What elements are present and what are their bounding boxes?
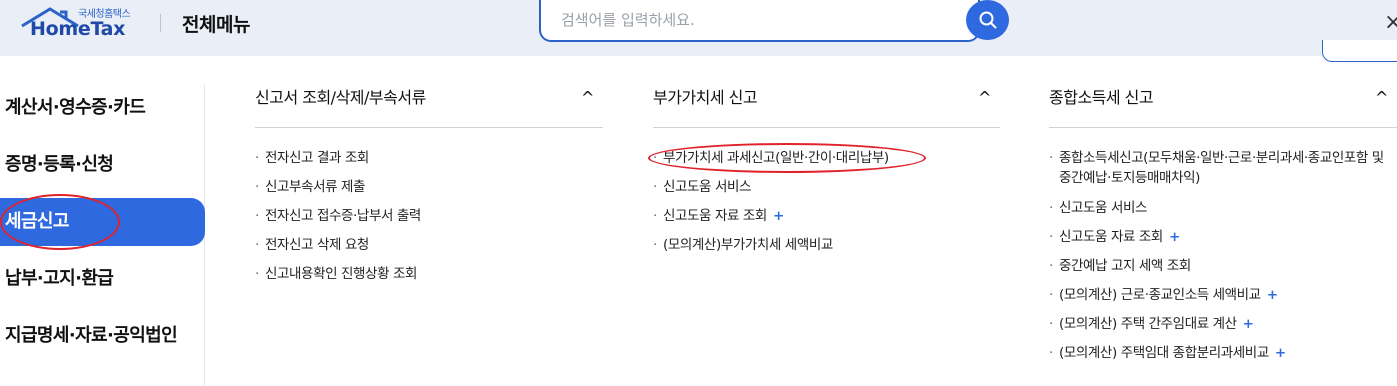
menu-item[interactable]: (모의계산) 주택 간주임대료 계산+ bbox=[1049, 314, 1394, 343]
column-title: 종합소득세 신고 bbox=[1049, 88, 1154, 107]
sidebar-item-certificate[interactable]: 증명·등록·신청 bbox=[0, 141, 205, 189]
menu-list: 종합소득세신고(모두채움·일반·근로·분리과세·종교인포함 및 중간예납·토지등… bbox=[1049, 148, 1394, 372]
search-button[interactable] bbox=[966, 0, 1009, 40]
sidebar-item-statement[interactable]: 지급명세·자료·공익법인 bbox=[0, 312, 205, 360]
chevron-up-icon[interactable]: ^ bbox=[978, 84, 991, 112]
menu-item[interactable]: 신고도움 서비스 bbox=[653, 177, 889, 206]
search-icon bbox=[979, 11, 997, 29]
top-header: 국세청홈택스 HomeTax 전체메뉴 × bbox=[0, 0, 1397, 56]
menu-item[interactable]: (모의계산)부가가치세 세액비교 bbox=[653, 235, 889, 264]
highlight-ellipse-sidebar bbox=[0, 194, 120, 250]
hometax-logo[interactable]: 국세청홈택스 HomeTax bbox=[18, 2, 140, 42]
menu-item[interactable]: 전자신고 삭제 요청 bbox=[255, 235, 421, 264]
page-title: 전체메뉴 bbox=[182, 14, 250, 36]
sidebar-item-payment[interactable]: 납부·고지·환급 bbox=[0, 255, 205, 303]
top-right-tab[interactable] bbox=[1322, 40, 1397, 62]
chevron-up-icon[interactable]: ^ bbox=[581, 84, 594, 112]
close-icon[interactable]: × bbox=[1384, 10, 1397, 35]
menu-item[interactable]: 신고도움 자료 조회+ bbox=[653, 206, 889, 235]
plus-icon[interactable]: + bbox=[1243, 316, 1254, 332]
search-input[interactable] bbox=[561, 9, 941, 31]
column-header[interactable]: 신고서 조회/삭제/부속서류 ^ bbox=[255, 84, 603, 128]
menu-item[interactable]: 신고도움 자료 조회+ bbox=[1049, 227, 1394, 256]
menu-item[interactable]: 신고부속서류 제출 bbox=[255, 177, 421, 206]
menu-item[interactable]: (모의계산) 근로·종교인소득 세액비교+ bbox=[1049, 285, 1394, 314]
menu-item[interactable]: 신고내용확인 진행상황 조회 bbox=[255, 264, 421, 293]
menu-item[interactable]: 전자신고 결과 조회 bbox=[255, 148, 421, 177]
menu-item[interactable]: 종합소득세신고(모두채움·일반·근로·분리과세·종교인포함 및 중간예납·토지등… bbox=[1049, 148, 1394, 198]
plus-icon[interactable]: + bbox=[1169, 229, 1180, 245]
plus-icon[interactable]: + bbox=[773, 208, 784, 224]
menu-item[interactable]: 신고도움 서비스 bbox=[1049, 198, 1394, 227]
menu-item[interactable]: 중간예납 고지 세액 조회 bbox=[1049, 256, 1394, 285]
logo-text: HomeTax bbox=[30, 18, 126, 40]
column-header[interactable]: 종합소득세 신고 ^ bbox=[1049, 84, 1397, 128]
column-header[interactable]: 부가가치세 신고 ^ bbox=[653, 84, 1000, 128]
column-title: 부가가치세 신고 bbox=[653, 88, 758, 107]
search-box bbox=[539, 0, 980, 42]
plus-icon[interactable]: + bbox=[1267, 287, 1278, 303]
menu-item[interactable]: 전자신고 접수증·납부서 출력 bbox=[255, 206, 421, 235]
plus-icon[interactable]: + bbox=[1275, 345, 1286, 361]
sidebar-item-invoice[interactable]: 계산서·영수증·카드 bbox=[0, 84, 205, 132]
header-divider bbox=[160, 14, 161, 32]
menu-item[interactable]: (모의계산) 주택임대 종합분리과세비교+ bbox=[1049, 343, 1394, 372]
menu-list: 전자신고 결과 조회 신고부속서류 제출 전자신고 접수증·납부서 출력 전자신… bbox=[255, 148, 421, 293]
column-title: 신고서 조회/삭제/부속서류 bbox=[255, 88, 426, 107]
highlight-ellipse-vat bbox=[648, 143, 926, 173]
chevron-up-icon[interactable]: ^ bbox=[1375, 84, 1388, 112]
